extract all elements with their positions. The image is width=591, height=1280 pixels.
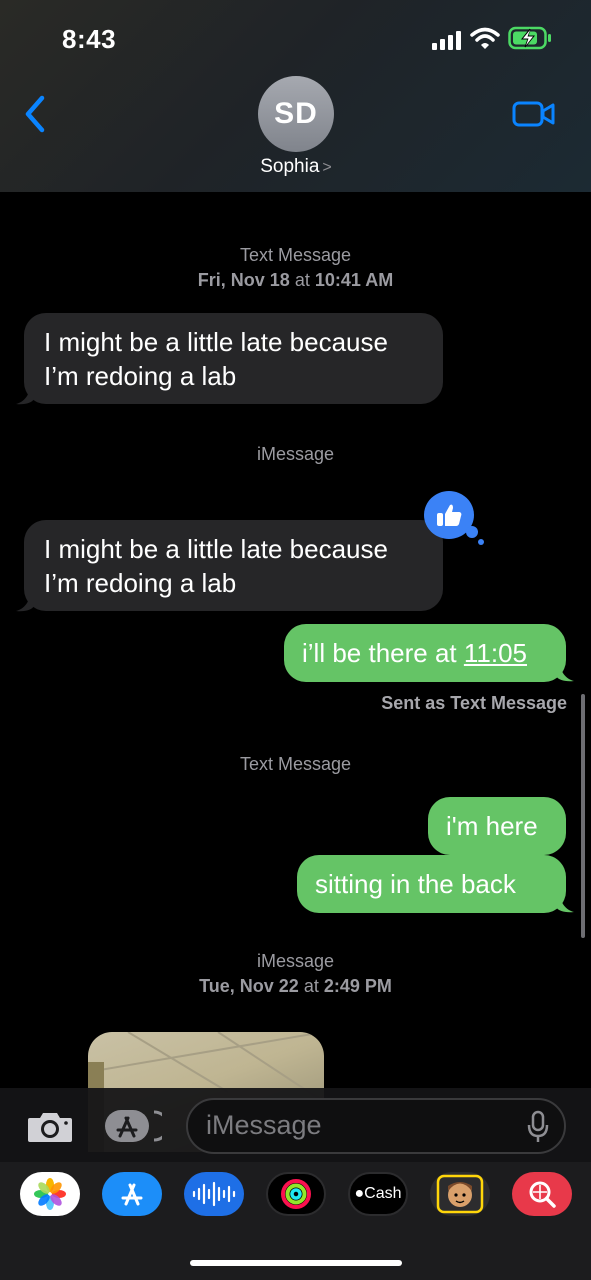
service-label: iMessage <box>256 951 335 971</box>
timestamp-time: 2:49 PM <box>323 976 392 996</box>
contact-avatar[interactable]: SD <box>258 76 334 152</box>
search-images-icon <box>529 1181 556 1208</box>
incoming-message[interactable]: I might be a little late because I’m red… <box>24 520 443 611</box>
outgoing-message[interactable]: i'm here <box>428 797 566 855</box>
timestamp-at: at <box>303 976 319 996</box>
timestamp: Tue, Nov 22 at 2:49 PM <box>0 974 591 998</box>
home-indicator[interactable] <box>190 1260 402 1266</box>
video-camera-icon[interactable] <box>512 100 556 128</box>
app-store-button[interactable] <box>102 1172 162 1216</box>
bubble-tail <box>16 385 34 405</box>
fitness-icon <box>281 1179 311 1209</box>
timestamp-at: at <box>294 270 310 290</box>
message-line: I might be a little late because <box>44 327 388 357</box>
message-input-placeholder: iMessage <box>206 1110 322 1140</box>
outgoing-message[interactable]: i’ll be there at 11:05 <box>284 624 566 682</box>
microphone-icon[interactable] <box>526 1110 550 1144</box>
contact-name[interactable]: Sophia > <box>196 156 396 178</box>
search-images-button[interactable] <box>512 1172 572 1216</box>
message-line: I’m redoing a lab <box>44 361 237 391</box>
cash-label: Cash <box>364 1185 402 1202</box>
bubble-tail <box>16 592 34 612</box>
contact-chevron: > <box>322 159 332 176</box>
back-chevron-icon[interactable] <box>20 94 50 134</box>
message-line: I’m redoing a lab <box>44 568 237 598</box>
status-time: 8:43 <box>62 24 117 54</box>
message-text: i’ll be there at <box>302 638 464 668</box>
audio-message-icon <box>192 1181 236 1207</box>
fitness-button[interactable] <box>266 1172 326 1216</box>
message-line: I might be a little late because <box>44 534 388 564</box>
wifi-icon <box>470 27 500 49</box>
scrollbar[interactable] <box>581 694 585 938</box>
photos-app-button[interactable] <box>20 1172 80 1216</box>
battery-charging-icon <box>508 26 551 50</box>
timestamp-date: Tue, Nov 22 <box>199 976 299 996</box>
thumbs-up-icon <box>437 504 462 526</box>
incoming-message[interactable]: I might be a little late because I’m red… <box>24 313 443 404</box>
memoji-icon <box>436 1174 484 1214</box>
outgoing-message[interactable]: sitting in the back <box>297 855 566 913</box>
delivery-status: Sent as Text Message <box>381 693 567 713</box>
cellular-signal-icon <box>432 31 461 50</box>
photos-icon <box>34 1178 66 1210</box>
app-store-icon[interactable] <box>104 1108 162 1144</box>
tapback-tail <box>466 526 478 538</box>
contact-name-label: Sophia <box>260 156 320 177</box>
service-label: iMessage <box>256 444 335 464</box>
service-label: Text Message <box>239 754 352 774</box>
apple-cash-button[interactable]: ● Cash <box>348 1172 408 1216</box>
apple-logo-icon: ● <box>354 1185 365 1202</box>
app-store-icon <box>121 1183 143 1206</box>
time-link[interactable]: 11:05 <box>464 638 527 668</box>
bubble-tail <box>556 662 574 682</box>
bubble-tail <box>556 893 574 913</box>
timestamp-time: 10:41 AM <box>314 270 394 290</box>
timestamp-date: Fri, Nov 18 <box>197 270 290 290</box>
memoji-button[interactable] <box>430 1172 490 1216</box>
service-label: Text Message <box>239 245 352 265</box>
tapback-tail <box>478 539 484 545</box>
audio-message-button[interactable] <box>184 1172 244 1216</box>
timestamp: Fri, Nov 18 at 10:41 AM <box>0 268 591 292</box>
camera-icon[interactable] <box>26 1110 74 1144</box>
